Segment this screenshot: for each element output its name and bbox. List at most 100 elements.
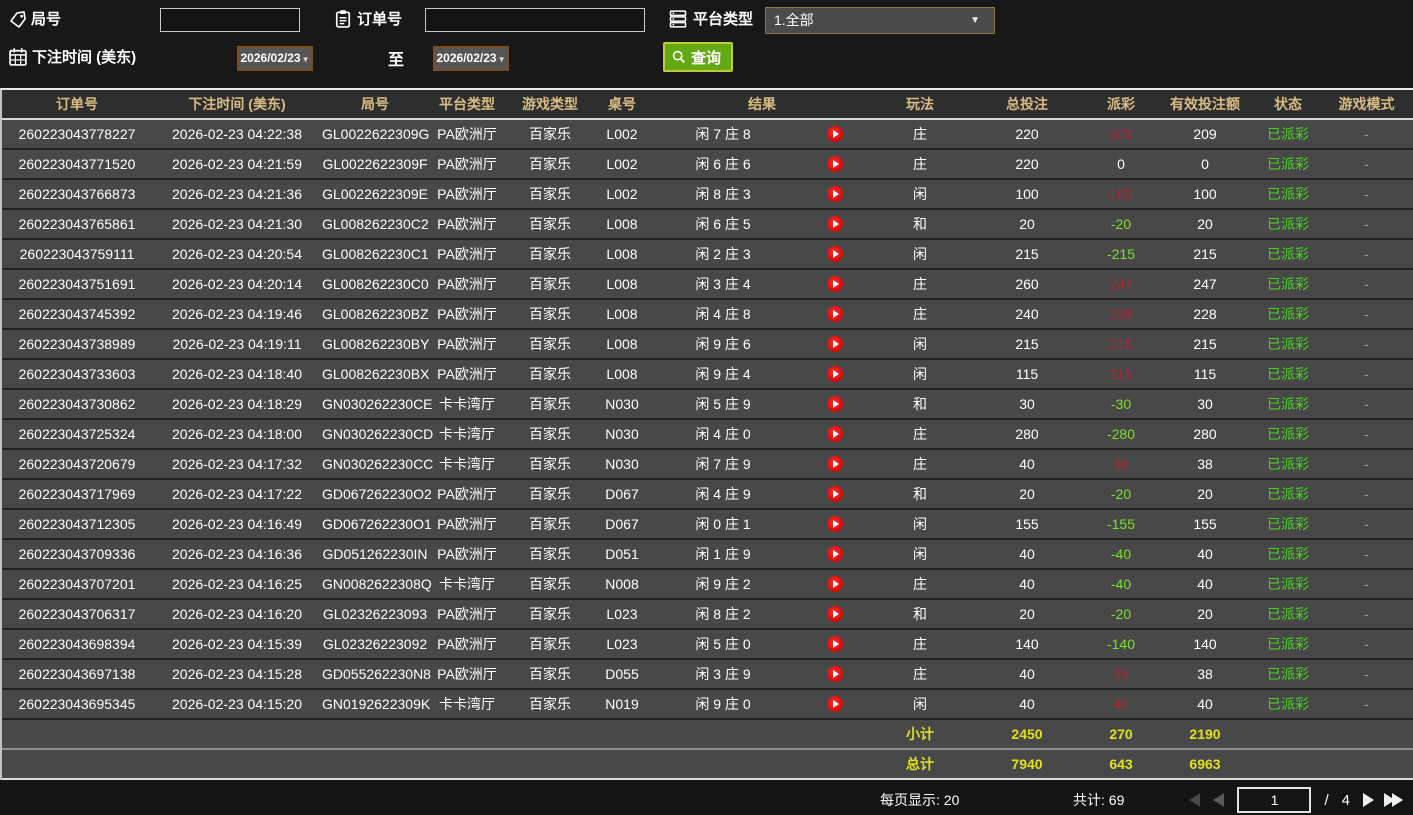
cell-round: GL008262230BZ (322, 306, 429, 322)
replay-icon[interactable] (796, 426, 874, 442)
chevron-down-icon: ▼ (301, 55, 310, 64)
cell-payout: -280 (1106, 426, 1136, 442)
replay-icon[interactable] (796, 126, 874, 142)
clipboard-icon (333, 9, 353, 29)
cell-payout: 100 (1109, 186, 1133, 202)
cell-bet: 40 (1019, 456, 1035, 472)
cell-status: 已派彩 (1267, 126, 1309, 142)
order-number-label: 订单号 (357, 11, 403, 28)
cell-mode: - (1364, 426, 1369, 442)
replay-icon[interactable] (796, 276, 874, 292)
cell-round: GD051262230IN (322, 546, 428, 562)
table-row: 260223043751691 2026-02-23 04:20:14 GL0082… (2, 270, 1413, 300)
header-game: 游戏类型 (522, 96, 578, 112)
date-to-value: 2026/02/23 (436, 51, 497, 65)
cell-valid: 20 (1197, 606, 1213, 622)
table-row: 260223043706317 2026-02-23 04:16:20 GL0232… (2, 600, 1413, 630)
replay-icon[interactable] (796, 576, 874, 592)
total-pages: 4 (1341, 791, 1350, 809)
prev-page-button[interactable] (1213, 793, 1225, 807)
cell-table: D051 (605, 546, 639, 562)
cell-mode: - (1364, 126, 1369, 142)
header-playtype: 玩法 (906, 96, 934, 112)
cell-bet: 140 (1015, 636, 1039, 652)
replay-icon[interactable] (796, 366, 874, 382)
replay-icon[interactable] (796, 606, 874, 622)
replay-icon[interactable] (796, 186, 874, 202)
replay-icon[interactable] (796, 336, 874, 352)
cell-order: 260223043771520 (18, 156, 136, 172)
page-number-input[interactable] (1237, 787, 1312, 813)
cell-result: 闲 8 庄 2 (695, 606, 751, 622)
server-stack-icon (668, 9, 688, 29)
cell-bet: 40 (1019, 546, 1035, 562)
cell-table: D055 (605, 666, 639, 682)
replay-icon[interactable] (796, 216, 874, 232)
table-row: 260223043709336 2026-02-23 04:16:36 GD0512… (2, 540, 1413, 570)
replay-icon[interactable] (796, 546, 874, 562)
next-page-button[interactable] (1363, 793, 1374, 807)
table-header-row: 订单号 下注时间 (美东) 局号 平台类型 游戏类型 桌号 结果 玩法 总投注 派彩 有效投注额 状态… (2, 90, 1413, 120)
cell-valid: 0 (1201, 156, 1209, 172)
cell-valid: 155 (1193, 516, 1217, 532)
cell-table: L008 (606, 276, 638, 292)
cell-payout: -20 (1110, 486, 1132, 502)
cell-result: 闲 1 庄 9 (695, 546, 751, 562)
cell-result: 闲 9 庄 4 (695, 366, 751, 382)
cell-platform: PA欧洲厅 (437, 636, 497, 652)
search-button[interactable]: 查询 (663, 42, 734, 72)
cell-result: 闲 9 庄 0 (695, 696, 751, 712)
cell-payout: -140 (1106, 636, 1136, 652)
round-number-input[interactable] (160, 8, 300, 32)
date-from-value: 2026/02/23 (240, 51, 301, 65)
table-row: 260223043712305 2026-02-23 04:16:49 GD0672… (2, 510, 1413, 540)
table-row: 260223043730862 2026-02-23 04:18:29 GN0302… (2, 390, 1413, 420)
cell-status: 已派彩 (1267, 516, 1309, 532)
cell-playtype: 闲 (913, 366, 927, 382)
cell-order: 260223043765861 (18, 216, 136, 232)
cell-valid: 247 (1193, 276, 1217, 292)
cell-time: 2026-02-23 04:16:49 (172, 516, 302, 532)
round-number-label: 局号 (31, 11, 62, 28)
cell-platform: 卡卡湾厅 (439, 456, 495, 472)
replay-icon[interactable] (796, 396, 874, 412)
first-page-button[interactable] (1189, 793, 1201, 807)
date-from-picker[interactable]: 2026/02/23▼ (237, 46, 313, 71)
filter-bar: 局号 订单号 平台类型 1.全部 ▼ 下注时间 (美东) 2026/02/23▼… (0, 0, 1413, 88)
cell-order: 260223043766873 (18, 186, 136, 202)
bet-time-label: 下注时间 (美东) (32, 49, 137, 66)
cell-payout: 0 (1117, 156, 1125, 172)
replay-icon[interactable] (796, 486, 874, 502)
replay-icon[interactable] (796, 696, 874, 712)
cell-valid: 40 (1197, 696, 1213, 712)
last-page-button[interactable] (1384, 793, 1403, 807)
cell-order: 260223043698394 (18, 636, 136, 652)
order-number-input[interactable] (425, 8, 645, 32)
replay-icon[interactable] (796, 246, 874, 262)
table-row: 260223043697138 2026-02-23 04:15:28 GD0552… (2, 660, 1413, 690)
header-valid: 有效投注额 (1170, 96, 1240, 112)
cell-status: 已派彩 (1267, 636, 1309, 652)
cell-playtype: 和 (913, 606, 927, 622)
replay-icon[interactable] (796, 456, 874, 472)
cell-mode: - (1364, 666, 1369, 682)
replay-icon[interactable] (796, 666, 874, 682)
cell-round: GD067262230O2 (322, 486, 432, 502)
cell-game: 百家乐 (529, 246, 571, 262)
table-row: 260223043771520 2026-02-23 04:21:59 GL0022… (2, 150, 1413, 180)
table-body: 260223043778227 2026-02-23 04:22:38 GL0022… (2, 120, 1413, 720)
table-row: 260223043745392 2026-02-23 04:19:46 GL0082… (2, 300, 1413, 330)
date-to-picker[interactable]: 2026/02/23▼ (433, 46, 509, 71)
cell-round: GN030262230CD (322, 426, 434, 442)
cell-game: 百家乐 (529, 396, 571, 412)
cell-playtype: 和 (913, 396, 927, 412)
replay-icon[interactable] (796, 306, 874, 322)
replay-icon[interactable] (796, 636, 874, 652)
cell-playtype: 庄 (913, 666, 927, 682)
cell-round: GD067262230O1 (322, 516, 432, 532)
replay-icon[interactable] (796, 516, 874, 532)
cell-round: GN030262230CE (322, 396, 433, 412)
platform-type-select[interactable]: 1.全部 ▼ (765, 7, 995, 34)
replay-icon[interactable] (796, 156, 874, 172)
cell-playtype: 闲 (913, 696, 927, 712)
